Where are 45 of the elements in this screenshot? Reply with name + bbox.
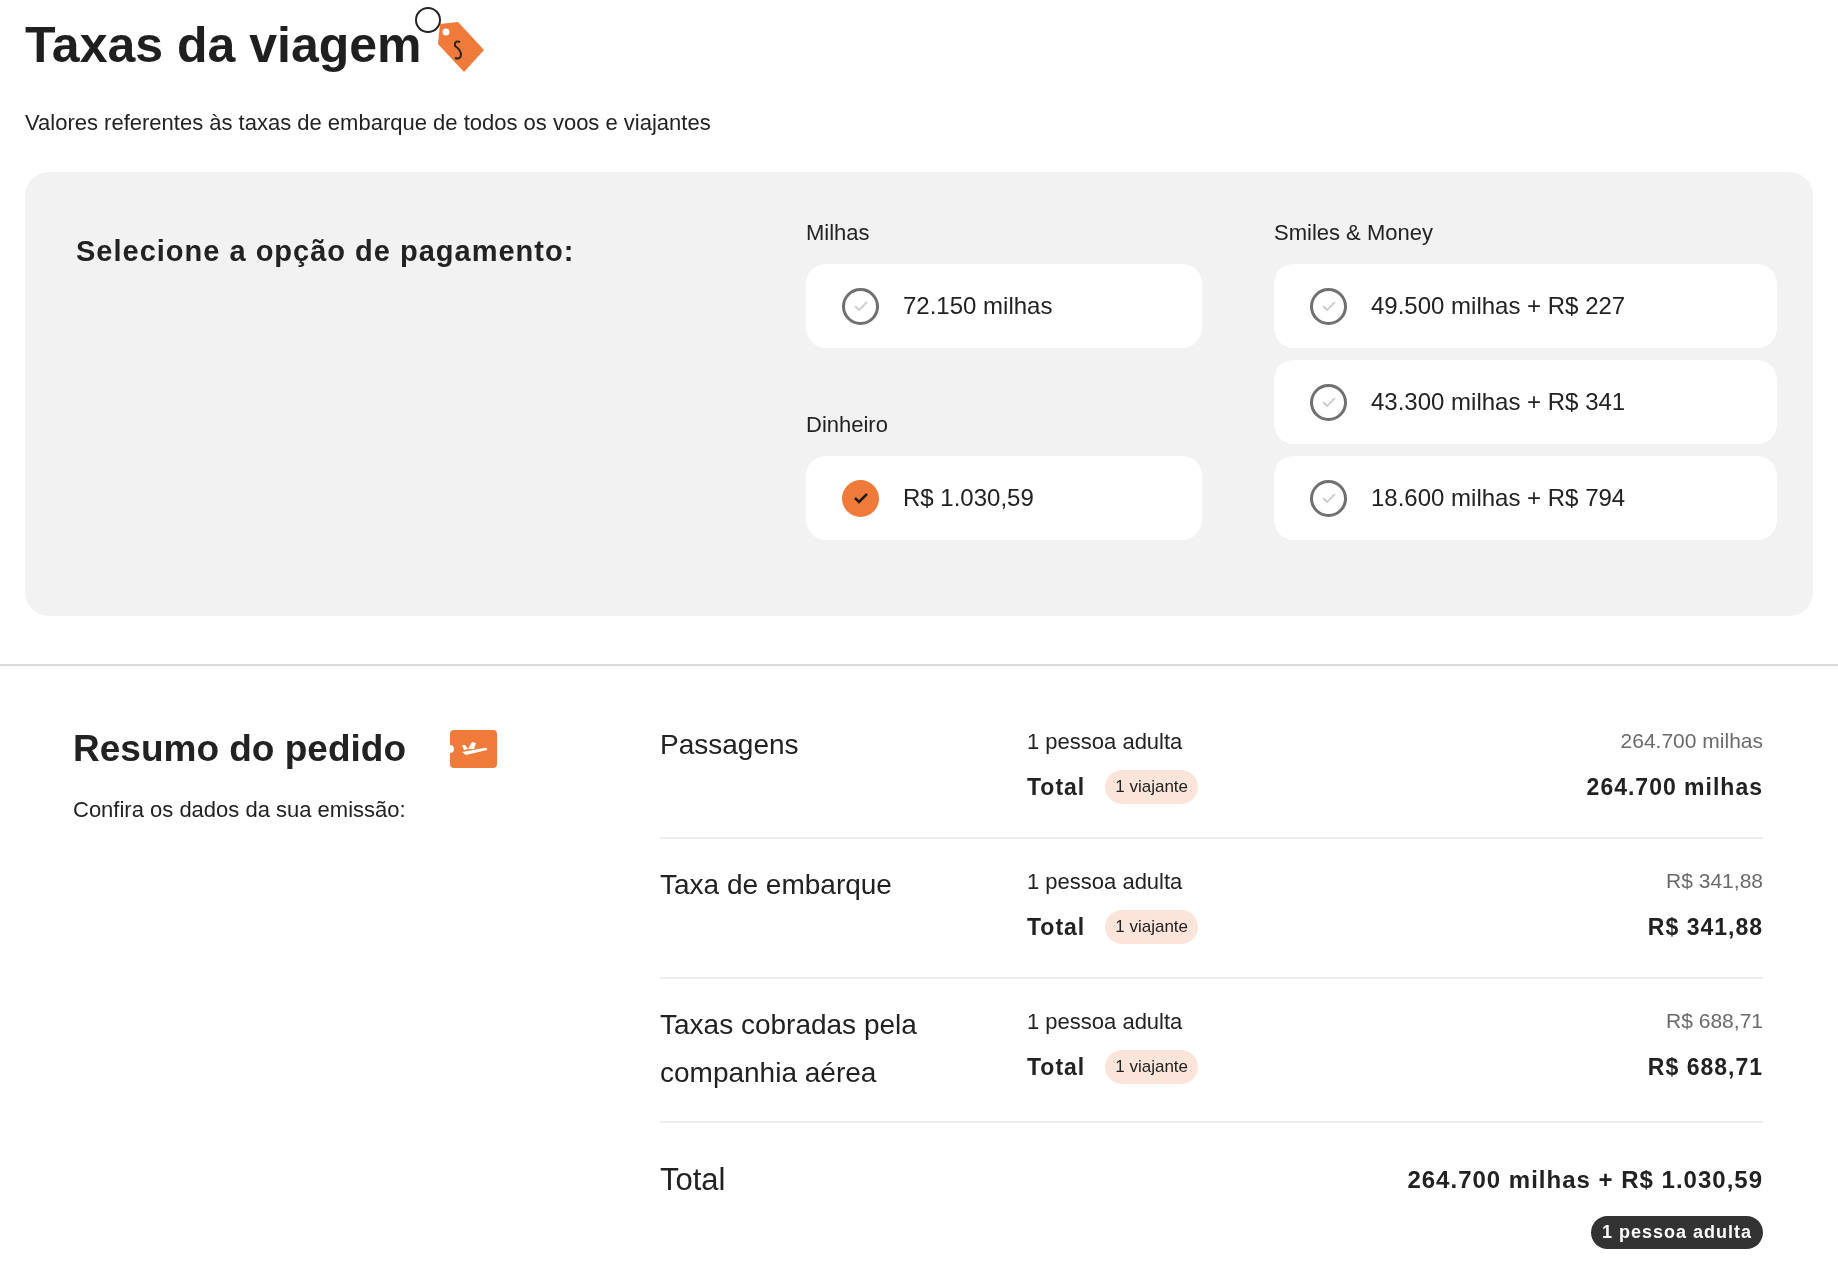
page-subtitle: Valores referentes às taxas de embarque de todos os voos e viajantes (25, 109, 712, 137)
item-total: R$ 688,71 (1647, 1052, 1763, 1082)
option-label: 18.600 milhas + R$ 794 (1371, 483, 1626, 513)
option-group-label: Smiles & Money (1274, 219, 1434, 247)
unselected-radio[interactable] (1310, 383, 1347, 421)
summary-title: Resumo do pedido (73, 727, 406, 771)
unselected-radio[interactable] (1310, 287, 1347, 325)
payment-option[interactable]: 49.500 milhas + R$ 227 (1274, 264, 1777, 348)
unselected-radio[interactable] (842, 287, 879, 325)
payment-option[interactable]: R$ 1.030,59 (806, 456, 1202, 540)
option-label: R$ 1.030,59 (903, 483, 1034, 513)
item-price: R$ 341,88 (1666, 868, 1763, 895)
traveler-count: 1 pessoa adulta (1027, 1007, 1183, 1036)
option-label: 43.300 milhas + R$ 341 (1371, 387, 1626, 417)
traveler-badge: 1 viajante (1105, 1050, 1198, 1084)
option-group-label: Dinheiro (806, 411, 889, 439)
item-total: R$ 341,88 (1647, 912, 1763, 942)
payment-option[interactable]: 18.600 milhas + R$ 794 (1274, 456, 1777, 540)
item-price: 264.700 milhas (1620, 728, 1763, 755)
traveler-badge: 1 viajante (1105, 910, 1198, 944)
item-total: 264.700 milhas (1586, 772, 1763, 802)
summary-item-name: Passagens (660, 728, 800, 762)
grand-total-label: Total (660, 1161, 726, 1199)
adult-count-badge: 1 pessoa adulta (1590, 1215, 1763, 1249)
payment-prompt: Selecione a opção de pagamento: (76, 234, 576, 269)
grand-total-value: 264.700 milhas + R$ 1.030,59 (1407, 1165, 1763, 1196)
option-label: 49.500 milhas + R$ 227 (1371, 291, 1626, 321)
plane-ticket-icon (450, 729, 497, 768)
page-title: Taxas da viagem (25, 16, 422, 75)
traveler-count: 1 pessoa adulta (1027, 727, 1183, 756)
total-label: Total (1027, 1052, 1086, 1082)
traveler-badge: 1 viajante (1105, 770, 1198, 804)
summary-item-name: Taxa de embarque (660, 868, 893, 902)
item-price: R$ 688,71 (1666, 1008, 1763, 1035)
summary-subtitle: Confira os dados da sua emissão: (73, 795, 407, 824)
selected-radio[interactable] (842, 479, 879, 517)
unselected-radio[interactable] (1310, 479, 1347, 517)
option-label: 72.150 milhas (903, 291, 1053, 321)
total-label: Total (1027, 912, 1086, 942)
traveler-count: 1 pessoa adulta (1027, 867, 1183, 896)
payment-option[interactable]: 43.300 milhas + R$ 341 (1274, 360, 1777, 444)
summary-item-name: Taxas cobradas pela companhia aérea (660, 1008, 918, 1090)
total-label: Total (1027, 772, 1086, 802)
payment-option[interactable]: 72.150 milhas (806, 264, 1202, 348)
option-group-label: Milhas (806, 219, 871, 247)
